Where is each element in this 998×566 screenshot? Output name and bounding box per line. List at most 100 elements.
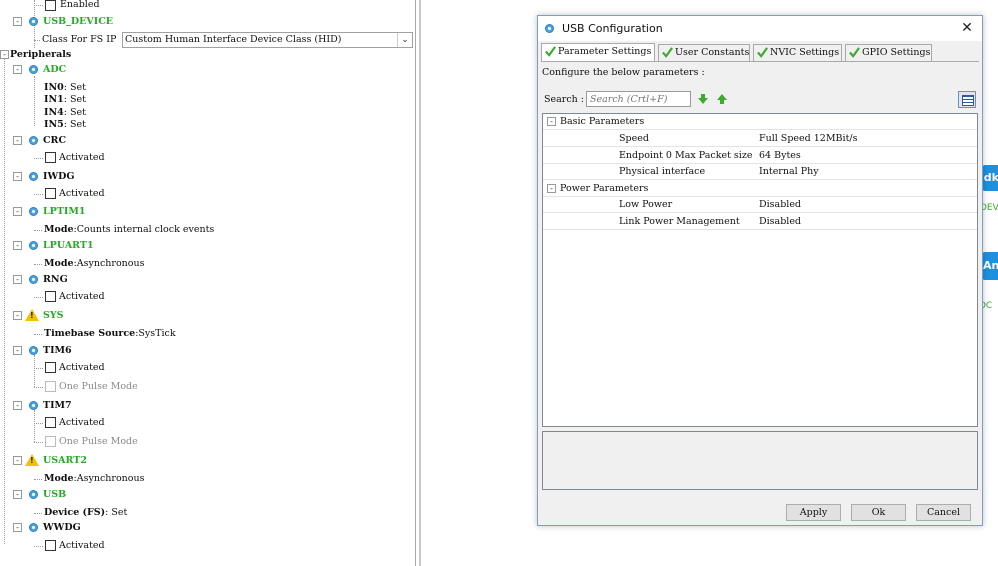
collapse-toggle[interactable]: - xyxy=(547,184,556,193)
collapse-toggle[interactable]: - xyxy=(13,17,22,26)
usb-configuration-dialog: USB Configuration ✕ Parameter Settings U… xyxy=(537,15,983,526)
cancel-button[interactable]: Cancel xyxy=(916,504,971,521)
tim6-activated-checkbox[interactable] xyxy=(45,362,56,373)
param-row[interactable]: Physical interface Internal Phy xyxy=(543,164,977,180)
collapse-toggle[interactable]: - xyxy=(13,172,22,181)
rng-node[interactable]: RNG xyxy=(43,273,68,287)
tab-parameter-settings[interactable]: Parameter Settings xyxy=(541,43,655,62)
device-fs-label: Device (FS) xyxy=(44,507,106,518)
rng-activated-checkbox[interactable] xyxy=(45,291,56,302)
crc-activated-checkbox[interactable] xyxy=(45,152,56,163)
usb-device-node[interactable]: USB_DEVICE xyxy=(43,15,113,29)
group-row-basic[interactable]: - Basic Parameters xyxy=(543,114,977,130)
param-value[interactable]: Full Speed 12MBit/s xyxy=(759,131,857,147)
class-select[interactable]: Custom Human Interface Device Class (HID… xyxy=(122,32,413,48)
usb-node[interactable]: USB xyxy=(43,488,66,502)
collapse-toggle[interactable]: - xyxy=(13,401,22,410)
list-view-icon[interactable] xyxy=(958,91,976,108)
arrow-down-icon[interactable] xyxy=(697,93,709,105)
collapse-toggle[interactable]: - xyxy=(13,241,22,250)
tree-connector xyxy=(34,546,43,547)
lpuart1-node[interactable]: LPUART1 xyxy=(43,239,94,253)
separator: : xyxy=(63,107,67,118)
tree-connector xyxy=(34,297,43,298)
crc-node[interactable]: CRC xyxy=(43,134,66,148)
dialog-title-bar[interactable]: USB Configuration ✕ xyxy=(538,16,982,41)
param-row[interactable]: Endpoint 0 Max Packet size 64 Bytes xyxy=(543,148,977,164)
iwdg-node[interactable]: IWDG xyxy=(43,170,74,184)
collapse-toggle[interactable]: - xyxy=(13,65,22,74)
lptim1-node[interactable]: LPTIM1 xyxy=(43,205,85,219)
panel-splitter[interactable] xyxy=(419,0,421,566)
enabled-checkbox[interactable] xyxy=(45,0,56,11)
iwdg-activated-checkbox[interactable] xyxy=(45,188,56,199)
dialog-title: USB Configuration xyxy=(562,22,663,35)
warning-icon: ! xyxy=(25,309,39,321)
fragment-text: ldk xyxy=(982,171,998,184)
tim7-activated-checkbox[interactable] xyxy=(45,417,56,428)
ip-tree-panel: Enabled - USB_DEVICE Class For FS IP Cus… xyxy=(0,0,416,566)
tim7-node[interactable]: TIM7 xyxy=(43,399,72,413)
param-value[interactable]: 64 Bytes xyxy=(759,148,801,164)
apply-button[interactable]: Apply xyxy=(786,504,841,521)
collapse-toggle[interactable]: - xyxy=(13,275,22,284)
tree-connector xyxy=(34,40,40,41)
tab-user-constants[interactable]: User Constants xyxy=(658,44,750,61)
param-value[interactable]: Internal Phy xyxy=(759,164,819,180)
arrow-up-icon[interactable] xyxy=(716,93,728,105)
warning-icon: ! xyxy=(25,454,39,466)
wwdg-node[interactable]: WWDG xyxy=(43,521,81,535)
ok-button[interactable]: Ok xyxy=(851,504,906,521)
mode-label: Mode xyxy=(44,258,74,269)
tab-nvic-settings[interactable]: NVIC Settings xyxy=(753,44,842,61)
collapse-toggle[interactable]: - xyxy=(13,207,22,216)
group-row-power[interactable]: - Power Parameters xyxy=(543,181,977,197)
adc-in1-row: IN1: Set xyxy=(44,93,86,107)
close-button[interactable]: ✕ xyxy=(958,19,976,37)
gear-icon xyxy=(29,17,38,26)
param-value[interactable]: Disabled xyxy=(759,197,801,213)
lpuart1-mode-row: Mode:Asynchronous xyxy=(44,257,145,271)
fragment-text: DEV xyxy=(982,203,998,213)
tim7-one-pulse-checkbox[interactable] xyxy=(45,436,56,447)
tim6-node[interactable]: TIM6 xyxy=(43,344,72,358)
parameter-grid: - Basic Parameters Speed Full Speed 12MB… xyxy=(542,113,978,427)
adc-node[interactable]: ADC xyxy=(43,63,66,77)
wwdg-activated-checkbox[interactable] xyxy=(45,540,56,551)
chevron-down-icon[interactable]: ⌄ xyxy=(397,33,412,47)
collapse-toggle[interactable]: - xyxy=(0,50,9,59)
in0-value: Set xyxy=(69,82,86,93)
collapse-toggle[interactable]: - xyxy=(13,346,22,355)
collapse-toggle[interactable]: - xyxy=(13,523,22,532)
in5-label: IN5 xyxy=(44,119,64,130)
tree-connector xyxy=(34,5,43,6)
collapse-toggle[interactable]: - xyxy=(13,456,22,465)
tree-connector xyxy=(34,442,43,443)
collapse-toggle[interactable]: - xyxy=(547,117,556,126)
param-row[interactable]: Link Power Management Disabled xyxy=(543,214,977,230)
param-name: Endpoint 0 Max Packet size xyxy=(619,150,753,161)
tree-guide-line xyxy=(34,410,35,442)
in1-label: IN1 xyxy=(44,94,64,105)
gear-icon xyxy=(29,65,38,74)
background-text-fragment: DEV xyxy=(982,203,998,217)
tim7-activated-label: Activated xyxy=(59,417,105,428)
tab-gpio-settings[interactable]: GPIO Settings xyxy=(845,44,932,61)
collapse-toggle[interactable]: - xyxy=(13,490,22,499)
usart2-node[interactable]: USART2 xyxy=(43,454,87,468)
separator: : xyxy=(63,82,67,93)
sys-timebase-row: Timebase Source:SysTick xyxy=(44,327,176,341)
tab-label: User Constants xyxy=(675,47,750,58)
param-value[interactable]: Disabled xyxy=(759,214,801,230)
search-input[interactable] xyxy=(586,91,691,107)
param-name: Physical interface xyxy=(619,166,706,177)
param-row[interactable]: Low Power Disabled xyxy=(543,197,977,213)
separator: : xyxy=(63,94,67,105)
tree-guide-line xyxy=(4,54,5,544)
param-row[interactable]: Speed Full Speed 12MBit/s xyxy=(543,131,977,147)
sys-node[interactable]: SYS xyxy=(43,309,64,323)
collapse-toggle[interactable]: - xyxy=(13,136,22,145)
lptim1-mode-value: Counts internal clock events xyxy=(76,224,215,235)
collapse-toggle[interactable]: - xyxy=(13,311,22,320)
tim6-one-pulse-checkbox[interactable] xyxy=(45,381,56,392)
